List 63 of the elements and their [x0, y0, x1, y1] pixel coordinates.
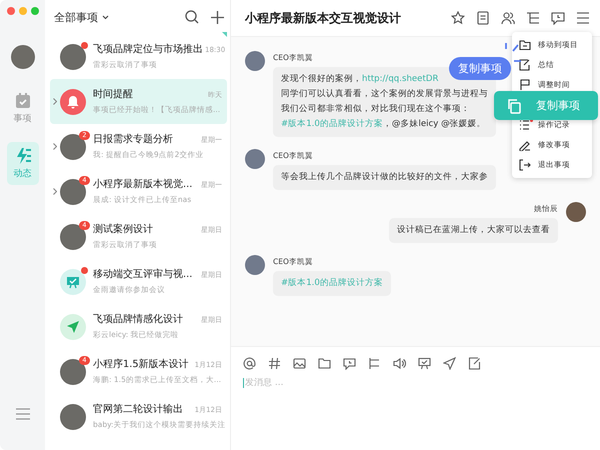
caret-icon — [102, 14, 109, 20]
folder-icon[interactable] — [318, 357, 331, 370]
avatar — [60, 134, 86, 160]
conversation-title: 移动端交互评审与视... — [93, 268, 192, 281]
add-icon[interactable] — [211, 10, 224, 24]
conversation-title: 日报需求专题分析 — [93, 133, 173, 146]
chevron-icon[interactable] — [53, 143, 57, 150]
bell-avatar — [60, 88, 86, 114]
search-icon[interactable] — [185, 10, 199, 24]
chevron-icon[interactable] — [53, 188, 57, 195]
list-icon — [519, 119, 531, 131]
message-text: 设计稿已在蓝湖上传，大家可以去查看 — [397, 225, 550, 235]
board-icon[interactable] — [418, 357, 431, 370]
conversation-title: 官网第二轮设计输出 — [93, 403, 183, 416]
avatar — [245, 51, 265, 71]
calendar-icon — [14, 92, 32, 110]
chat-icon[interactable] — [343, 357, 356, 370]
message-text: 同学们可以认真看看，这个案例的发展背景与进程与 — [281, 89, 488, 99]
avatar — [10, 45, 34, 69]
star-icon[interactable] — [451, 11, 465, 25]
chat-title: 小程序最新版本交互视觉设计 — [245, 10, 402, 26]
conversation-title: 测试案例设计 — [93, 223, 153, 236]
message-text: 我们公司都非常相似，对比我们现在这个事项： — [281, 104, 470, 114]
exit-icon — [519, 159, 531, 171]
copy-icon — [506, 98, 522, 114]
conversation-title: 时间提醒 — [93, 88, 133, 101]
menu-icon[interactable] — [576, 11, 590, 25]
note-icon[interactable] — [476, 11, 490, 25]
message-text: ，@多妹leicy @张媛媛。 — [382, 119, 486, 129]
pen-icon — [519, 139, 531, 151]
avatar — [245, 149, 265, 169]
hash-icon[interactable] — [268, 357, 281, 370]
branch-icon[interactable] — [368, 357, 381, 370]
conversation-title: 飞项品牌情感化设计 — [93, 313, 183, 326]
send-icon[interactable] — [443, 357, 456, 370]
avatar — [60, 404, 86, 430]
flag-icon — [519, 79, 531, 91]
conversation-title: 飞项品牌定位与市场推出 — [93, 43, 203, 56]
conversation-title: 小程序1.5新版本设计 — [93, 358, 189, 371]
tooltip: 复制事项 — [449, 57, 511, 80]
edit-icon — [519, 59, 531, 71]
image-icon[interactable] — [293, 357, 306, 370]
folder-icon — [519, 39, 531, 51]
filter-dropdown[interactable]: 全部事项 — [54, 10, 173, 24]
tree-icon[interactable] — [526, 11, 540, 25]
people-icon[interactable] — [501, 11, 515, 25]
chat-icon[interactable] — [551, 11, 565, 25]
avatar — [60, 224, 86, 250]
at-icon[interactable] — [243, 357, 256, 370]
chevron-icon[interactable] — [53, 98, 57, 105]
close-button[interactable] — [7, 7, 15, 15]
paper-plane-avatar — [60, 314, 86, 340]
speaker-icon[interactable] — [393, 357, 406, 370]
presentation-avatar — [60, 268, 86, 294]
avatar — [60, 178, 86, 204]
avatar — [245, 255, 265, 275]
conversation-title: 小程序最新版本视觉... — [93, 178, 192, 191]
avatar — [566, 202, 586, 222]
message-text: 发现个很好的案例， — [281, 74, 362, 84]
edit-icon[interactable] — [468, 357, 481, 370]
avatar — [60, 44, 86, 70]
avatar — [60, 358, 86, 384]
message-text: 等会我上传几个品牌设计做的比较好的文件，大家参 — [281, 172, 488, 182]
